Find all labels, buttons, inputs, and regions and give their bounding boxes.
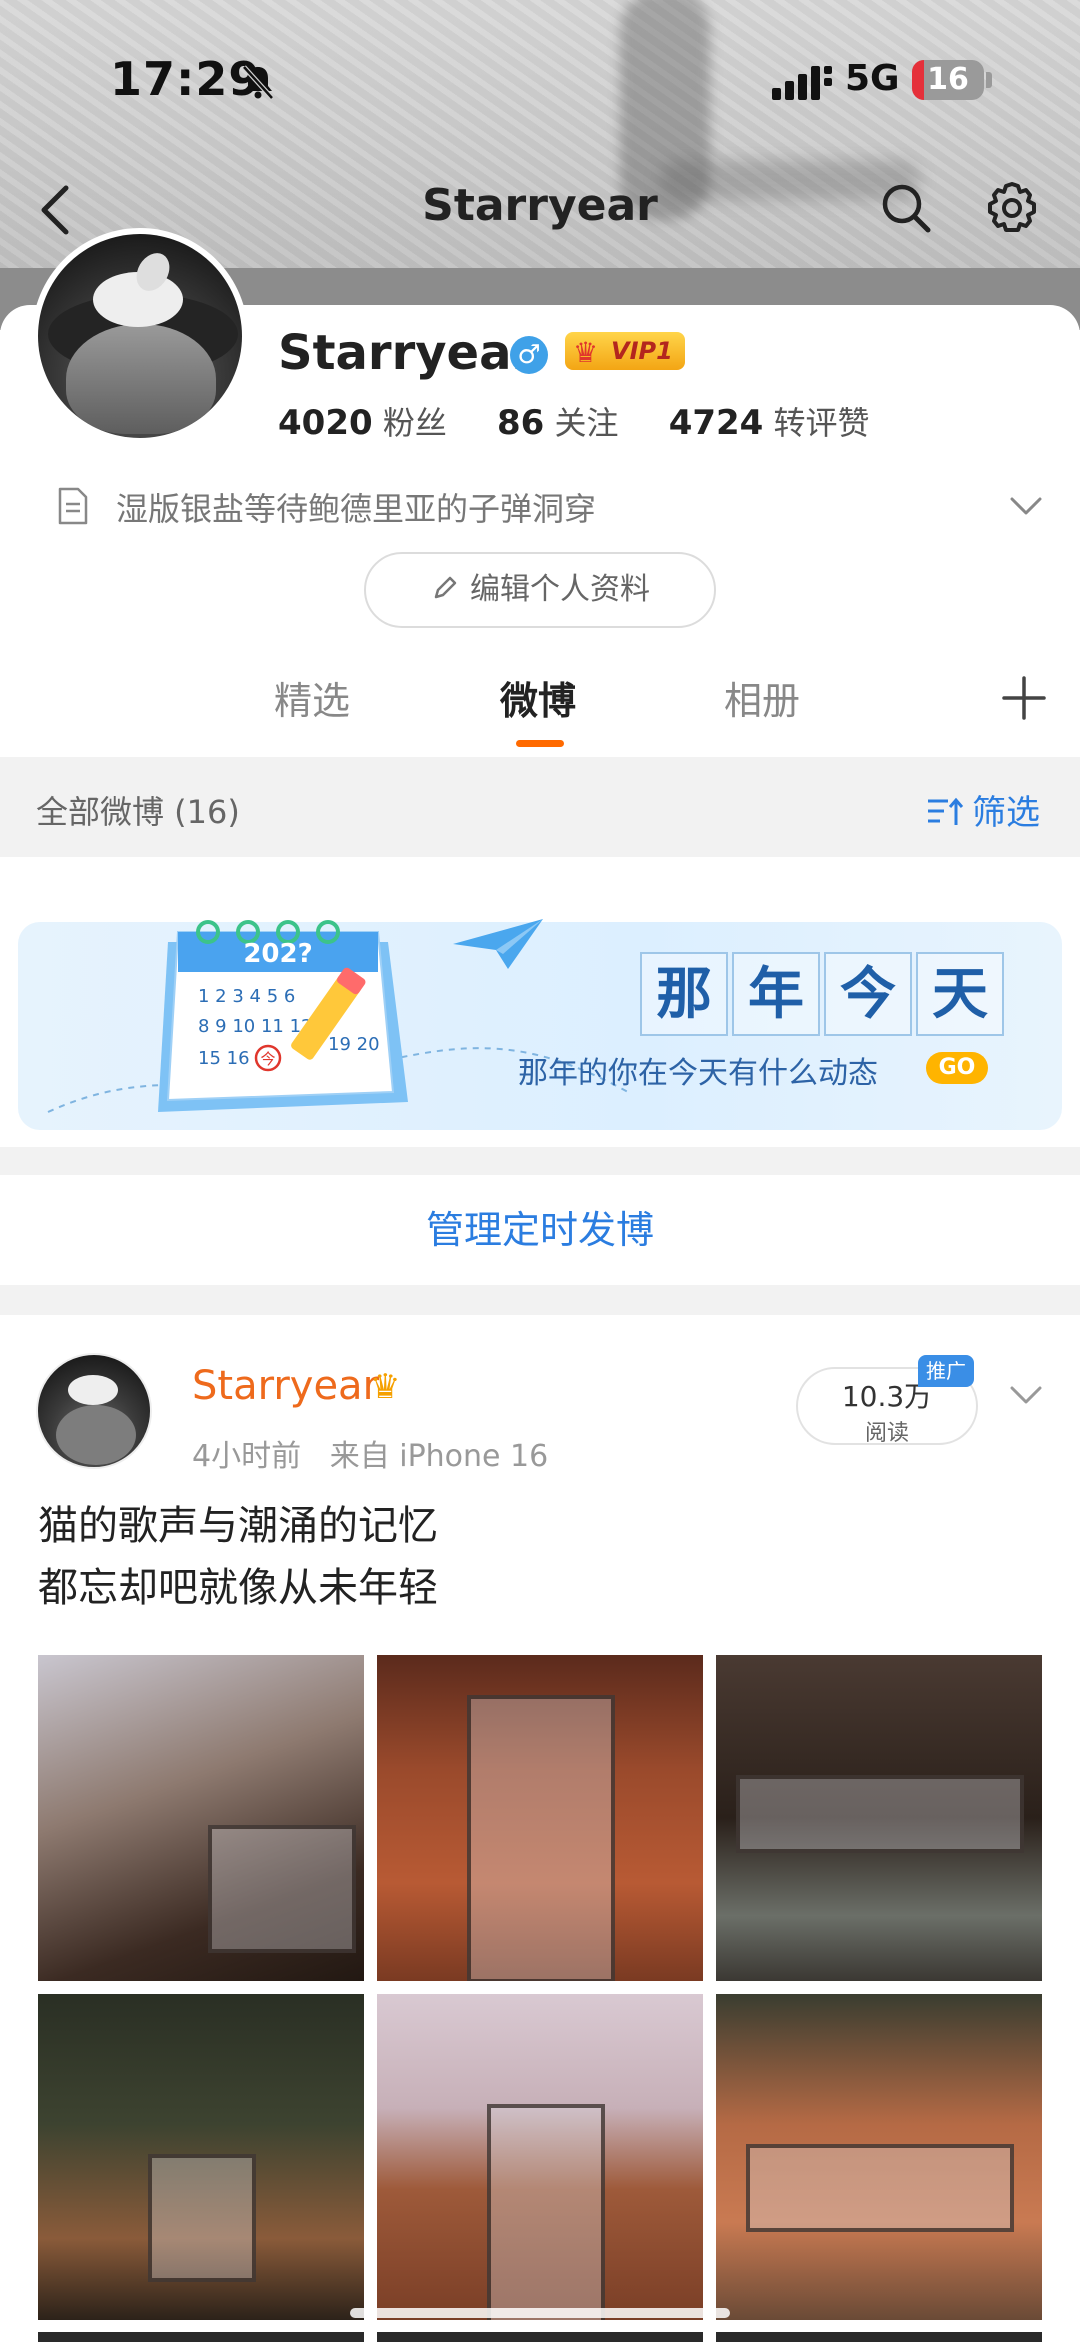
- sort-icon: [928, 797, 964, 825]
- bio-text: 湿版银盐等待鲍德里亚的子弹洞穿: [116, 490, 597, 528]
- crown-icon: ♛: [370, 1367, 401, 1407]
- stat-label: 关注: [554, 404, 619, 442]
- tab-featured[interactable]: 精选: [274, 670, 350, 725]
- battery-cap: [986, 72, 992, 88]
- plus-icon[interactable]: [1000, 674, 1048, 722]
- promote-tag[interactable]: 推广: [918, 1355, 974, 1387]
- photo-thumbnail[interactable]: [716, 1994, 1042, 2320]
- memory-banner[interactable]: 202? 1 2 3 4 5 6 8 9 10 11 12 15 16 今 19…: [18, 919, 1062, 1130]
- memory-title: 那 年 今 天: [640, 952, 1008, 1040]
- avatar-face: [56, 1405, 136, 1465]
- memory-section: 202? 1 2 3 4 5 6 8 9 10 11 12 15 16 今 19…: [0, 857, 1080, 1147]
- pencil-icon: [434, 576, 457, 598]
- post-card[interactable]: Starryear ♛ 4小时前 来自 iPhone 16 10.3万 阅读 推…: [0, 1315, 1080, 2341]
- profile-stats: 4020 粉丝 86 关注 4724 转评赞: [278, 398, 910, 444]
- memory-title-char: 今: [824, 952, 912, 1036]
- status-bar: 17:29 5G 16: [0, 40, 1080, 120]
- edit-profile-label: 编辑个人资料: [470, 572, 650, 607]
- stat-following[interactable]: 86 关注: [497, 403, 619, 443]
- filter-label: 筛选: [972, 793, 1040, 833]
- calendar-year: 202?: [243, 939, 312, 969]
- tab-album[interactable]: 相册: [724, 670, 800, 725]
- post-meta: 4小时前 来自 iPhone 16: [192, 1431, 548, 1475]
- home-indicator[interactable]: [350, 2308, 730, 2318]
- post-author[interactable]: Starryear: [192, 1363, 379, 1409]
- battery-level: 16: [927, 62, 969, 97]
- go-button[interactable]: GO: [926, 1052, 988, 1084]
- reads-label: 阅读: [864, 1421, 909, 1446]
- profile-name: Starryear: [278, 325, 536, 381]
- document-icon: [58, 487, 88, 525]
- memory-title-char: 那: [640, 952, 728, 1036]
- avatar-rabbit: [68, 1375, 118, 1405]
- stat-interactions[interactable]: 4724 转评赞: [668, 403, 870, 443]
- vip-label: VIP1: [611, 337, 673, 365]
- photo-detail: [208, 1825, 356, 1953]
- photo-thumbnail[interactable]: [716, 1655, 1042, 1981]
- profile-tabs: 精选 微博 相册: [0, 660, 1080, 756]
- post-line: 猫的歌声与潮涌的记忆: [38, 1503, 438, 1549]
- svg-text:19 20: 19 20: [328, 1034, 380, 1055]
- photo-thumbnail[interactable]: [377, 1655, 703, 1981]
- chevron-down-icon[interactable]: [1006, 486, 1046, 526]
- chevron-down-icon[interactable]: [1006, 1375, 1046, 1415]
- photo-thumbnail[interactable]: [38, 1655, 364, 1981]
- avatar-face: [66, 324, 216, 434]
- post-avatar[interactable]: [36, 1353, 152, 1469]
- avatar-image: [38, 234, 242, 438]
- bell-off-icon: [242, 65, 274, 100]
- filter-button[interactable]: 筛选: [926, 785, 1040, 834]
- post-line: 都忘却吧就像从未年轻: [38, 1565, 438, 1611]
- photo-detail: [487, 2104, 605, 2320]
- signal-icon: [772, 66, 832, 100]
- svg-text:15 16: 15 16: [198, 1048, 250, 1069]
- manage-scheduled-posts-link[interactable]: 管理定时发博: [0, 1175, 1080, 1285]
- divider: [0, 1285, 1080, 1315]
- photo-detail: [746, 2144, 1014, 2232]
- stat-label: 转评赞: [773, 404, 870, 442]
- memory-title-char: 年: [732, 952, 820, 1036]
- photo-thumbnail[interactable]: [38, 1994, 364, 2320]
- photo-thumbnail[interactable]: [377, 1994, 703, 2320]
- battery-icon: 16: [912, 60, 984, 100]
- network-type: 5G: [845, 58, 900, 99]
- post-count: 全部微博 (16): [36, 793, 240, 831]
- avatar[interactable]: [32, 228, 248, 444]
- stat-value: 4724: [668, 403, 764, 443]
- vip-badge[interactable]: ♛ VIP1: [565, 332, 685, 370]
- stat-value: 86: [497, 403, 545, 443]
- paper-plane-icon: [453, 919, 543, 969]
- photo-detail: [467, 1695, 615, 1981]
- stat-followers[interactable]: 4020 粉丝: [278, 403, 447, 443]
- edit-profile-button[interactable]: 编辑个人资料: [364, 552, 716, 628]
- gear-icon[interactable]: [982, 178, 1042, 238]
- calendar-today: 今: [260, 1050, 275, 1068]
- gender-male-icon: ♂: [510, 336, 548, 374]
- search-icon[interactable]: [878, 180, 934, 236]
- stat-label: 粉丝: [382, 404, 447, 442]
- photo-detail: [736, 1775, 1024, 1853]
- bio-row[interactable]: 湿版银盐等待鲍德里亚的子弹洞穿: [56, 478, 1046, 534]
- tab-active-indicator: [516, 740, 564, 747]
- photo-detail: [148, 2154, 256, 2282]
- crown-icon: ♛: [573, 336, 599, 369]
- calendar-icon: 202? 1 2 3 4 5 6 8 9 10 11 12 15 16 今 19…: [158, 920, 408, 1112]
- stat-value: 4020: [278, 403, 373, 443]
- post-time: 4小时前: [192, 1439, 302, 1474]
- tab-weibo[interactable]: 微博: [500, 670, 576, 725]
- svg-text:8 9 10 11 12: 8 9 10 11 12: [198, 1016, 313, 1037]
- post-text: 猫的歌声与潮涌的记忆 都忘却吧就像从未年轻: [38, 1495, 438, 1619]
- filter-bar: 全部微博 (16) 筛选: [0, 757, 1080, 857]
- svg-text:1 2 3 4 5 6: 1 2 3 4 5 6: [198, 986, 295, 1007]
- memory-title-char: 天: [916, 952, 1004, 1036]
- memory-subtitle: 那年的你在今天有什么动态: [518, 1056, 878, 1091]
- divider: [0, 1147, 1080, 1175]
- post-source: 来自 iPhone 16: [329, 1439, 549, 1474]
